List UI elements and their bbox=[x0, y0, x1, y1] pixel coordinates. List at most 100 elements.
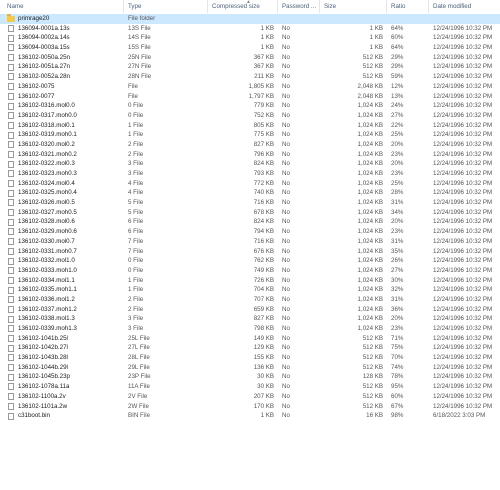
file-row[interactable]: 136102-0075 File 1,805 KB No 2,048 KB 12% 12/2… bbox=[0, 82, 500, 92]
file-row[interactable]: 136102-0338.mol1.3 3 File 827 KB No 1,024 KB… bbox=[0, 314, 500, 324]
file-row[interactable]: 136102-0052a.28n 28N File 211 KB No 512 KB 59… bbox=[0, 72, 500, 82]
file-row[interactable]: 136102-1042b.27l 27L File 129 KB No 512 KB 75… bbox=[0, 343, 500, 353]
date-modified: 12/24/1996 10:32 PM bbox=[433, 257, 493, 265]
compressed-size: 367 KB bbox=[253, 53, 274, 61]
file-row[interactable]: 136094-0002a.14s 14S File 1 KB No 1 KB 60% 12/… bbox=[0, 33, 500, 43]
file-name: 136102-1100a.2v bbox=[0, 392, 124, 402]
file-icon bbox=[8, 44, 14, 52]
file-row[interactable]: 136102-0321.moh0.2 2 File 796 KB No 1,024 KB… bbox=[0, 150, 500, 160]
file-size: 1,024 KB bbox=[357, 325, 383, 332]
file-row[interactable]: 136102-0333.moh1.0 0 File 749 KB No 1,024 KB… bbox=[0, 266, 500, 276]
date-modified: 12/24/1996 10:32 PM bbox=[433, 53, 493, 61]
file-row[interactable]: 136102-0334.mol1.1 1 File 726 KB No 1,024 KB… bbox=[0, 276, 500, 286]
file-row[interactable]: 136102-0050a.25n 25N File 367 KB No 512 KB 29… bbox=[0, 53, 500, 63]
file-row[interactable]: 136102-1045b.23p 23P File 30 KB No 128 KB 78%… bbox=[0, 372, 500, 382]
date-modified: 12/24/1996 10:32 PM bbox=[433, 73, 493, 81]
file-row[interactable]: 136102-0327.moh0.5 5 File 678 KB No 1,024 KB… bbox=[0, 208, 500, 218]
file-row[interactable]: 136102-0335.moh1.1 1 File 704 KB No 1,024 KB… bbox=[0, 285, 500, 295]
file-row[interactable]: 136102-0318.mol0.1 1 File 805 KB No 1,024 KB… bbox=[0, 121, 500, 131]
file-type: 1 File bbox=[128, 121, 144, 129]
file-name: 136102-0332.mol1.0 bbox=[0, 256, 124, 266]
file-icon bbox=[8, 63, 14, 71]
file-name: 136102-0336.mol1.2 bbox=[0, 295, 124, 305]
file-size: 1 KB bbox=[369, 24, 383, 32]
file-row[interactable]: 136102-0339.moh1.3 3 File 798 KB No 1,024 KB… bbox=[0, 324, 500, 334]
file-type: 29L File bbox=[128, 363, 150, 371]
file-row[interactable]: 136102-0051a.27n 27N File 367 KB No 512 KB 29… bbox=[0, 62, 500, 72]
file-row[interactable]: 136102-1044b.29l 29L File 136 KB No 512 KB 74… bbox=[0, 363, 500, 373]
file-row[interactable]: 136102-0077 File 1,797 KB No 2,048 KB 13% 12/2… bbox=[0, 92, 500, 102]
file-icon bbox=[8, 160, 14, 168]
column-header-type[interactable]: Type bbox=[124, 0, 208, 13]
file-row[interactable]: 136102-0329.moh0.6 6 File 794 KB No 1,024 KB… bbox=[0, 227, 500, 237]
file-name-label: 136102-0335.moh1.1 bbox=[18, 286, 77, 294]
date-modified: 12/24/1996 10:32 PM bbox=[433, 363, 493, 371]
compression-ratio: 75% bbox=[391, 344, 404, 352]
file-row[interactable]: 136102-0336.mol1.2 2 File 707 KB No 1,024 KB… bbox=[0, 295, 500, 305]
column-header-size[interactable]: Size bbox=[320, 0, 387, 13]
password-protected: No bbox=[282, 170, 290, 177]
column-header-ratio[interactable]: Ratio bbox=[387, 0, 429, 13]
compressed-size: 827 KB bbox=[253, 140, 274, 148]
file-row[interactable]: 136102-0319.moh0.1 1 File 775 KB No 1,024 KB… bbox=[0, 130, 500, 140]
file-row[interactable]: 136102-0330.mol0.7 7 File 716 KB No 1,024 KB… bbox=[0, 237, 500, 247]
file-row[interactable]: 136094-0003a.15s 15S File 1 KB No 1 KB 64% 12/… bbox=[0, 43, 500, 53]
file-row[interactable]: 136102-0322.mol0.3 3 File 824 KB No 1,024 KB… bbox=[0, 159, 500, 169]
file-type: 2 File bbox=[128, 295, 144, 303]
file-size: 2,048 KB bbox=[357, 82, 383, 90]
compressed-size: 1,797 KB bbox=[248, 92, 274, 100]
file-name: 136102-0322.mol0.3 bbox=[0, 159, 124, 169]
file-type: 11A File bbox=[128, 383, 150, 391]
file-row[interactable]: 136102-0323.moh0.3 3 File 793 KB No 1,024 KB… bbox=[0, 169, 500, 179]
compression-ratio: 67% bbox=[391, 402, 404, 410]
file-type: File folder bbox=[128, 15, 156, 22]
compression-ratio: 20% bbox=[391, 218, 404, 226]
date-modified: 12/24/1996 10:32 PM bbox=[433, 228, 493, 236]
file-type: 3 File bbox=[128, 325, 144, 332]
file-row[interactable]: 136102-0337.moh1.2 2 File 659 KB No 1,024 KB… bbox=[0, 305, 500, 315]
file-name: 136102-1044b.29l bbox=[0, 363, 124, 373]
file-type: 3 File bbox=[128, 170, 144, 177]
file-size: 1,024 KB bbox=[357, 150, 383, 158]
file-row[interactable]: 136102-0325.moh0.4 4 File 740 KB No 1,024 KB… bbox=[0, 188, 500, 198]
column-header-compressed-size[interactable]: Compressed size bbox=[208, 0, 278, 13]
file-type: 4 File bbox=[128, 179, 144, 187]
file-row[interactable]: 136102-0328.mol0.6 6 File 824 KB No 1,024 KB… bbox=[0, 217, 500, 227]
file-name-label: c31boot.bin bbox=[18, 412, 50, 420]
file-row[interactable]: 136102-1100a.2v 2V File 207 KB No 512 KB 60% 1… bbox=[0, 392, 500, 402]
file-name: 136102-0334.mol1.1 bbox=[0, 276, 124, 286]
file-row[interactable]: 136094-0001a.13s 13S File 1 KB No 1 KB 64% 12/… bbox=[0, 24, 500, 34]
file-row[interactable]: c31boot.bin BIN File 1 KB No 16 KB 98% 6/18/20… bbox=[0, 411, 500, 421]
folder-row[interactable]: primrage20 File folder bbox=[0, 14, 500, 24]
file-icon bbox=[8, 209, 14, 217]
compression-ratio: 25% bbox=[391, 131, 404, 139]
file-size: 1,024 KB bbox=[357, 131, 383, 139]
compressed-size: 30 KB bbox=[257, 383, 274, 391]
compression-ratio: 71% bbox=[391, 334, 404, 342]
file-row[interactable]: 136102-0326.mol0.5 5 File 716 KB No 1,024 KB… bbox=[0, 198, 500, 208]
file-name: 136102-0337.moh1.2 bbox=[0, 305, 124, 315]
file-row[interactable]: 136102-0320.mol0.2 2 File 827 KB No 1,024 KB… bbox=[0, 140, 500, 150]
file-row[interactable]: 136102-1101a.2w 2W File 170 KB No 512 KB 67% 1… bbox=[0, 402, 500, 412]
file-row[interactable]: 136102-0317.moh0.0 0 File 752 KB No 1,024 KB… bbox=[0, 111, 500, 121]
date-modified: 12/24/1996 10:32 PM bbox=[433, 140, 493, 148]
file-size: 1,024 KB bbox=[357, 160, 383, 168]
column-header-name[interactable]: Name bbox=[0, 0, 124, 13]
file-row[interactable]: 136102-0331.moh0.7 7 File 676 KB No 1,024 KB… bbox=[0, 247, 500, 257]
file-row[interactable]: 136102-1041b.25l 25L File 149 KB No 512 KB 71… bbox=[0, 334, 500, 344]
compression-ratio: 28% bbox=[391, 189, 404, 197]
file-row[interactable]: 136102-0324.mol0.4 4 File 772 KB No 1,024 KB… bbox=[0, 179, 500, 189]
file-size: 1,024 KB bbox=[357, 179, 383, 187]
file-row[interactable]: 136102-1078a.11a 11A File 30 KB No 512 KB 95%… bbox=[0, 382, 500, 392]
date-modified: 12/24/1996 10:32 PM bbox=[433, 295, 493, 303]
file-size: 1,024 KB bbox=[357, 295, 383, 303]
file-size: 1,024 KB bbox=[357, 257, 383, 265]
column-header-password[interactable]: Password ... bbox=[278, 0, 320, 13]
file-row[interactable]: 136102-0316.mol0.0 0 File 779 KB No 1,024 KB… bbox=[0, 101, 500, 111]
file-row[interactable]: 136102-0332.mol1.0 0 File 762 KB No 1,024 KB… bbox=[0, 256, 500, 266]
file-row[interactable]: 136102-1043b.28l 28L File 155 KB No 512 KB 70… bbox=[0, 353, 500, 363]
file-icon bbox=[8, 325, 14, 333]
password-protected: No bbox=[282, 325, 290, 332]
compression-ratio: 35% bbox=[391, 247, 404, 255]
column-header-date-modified[interactable]: Date modified bbox=[429, 0, 500, 13]
